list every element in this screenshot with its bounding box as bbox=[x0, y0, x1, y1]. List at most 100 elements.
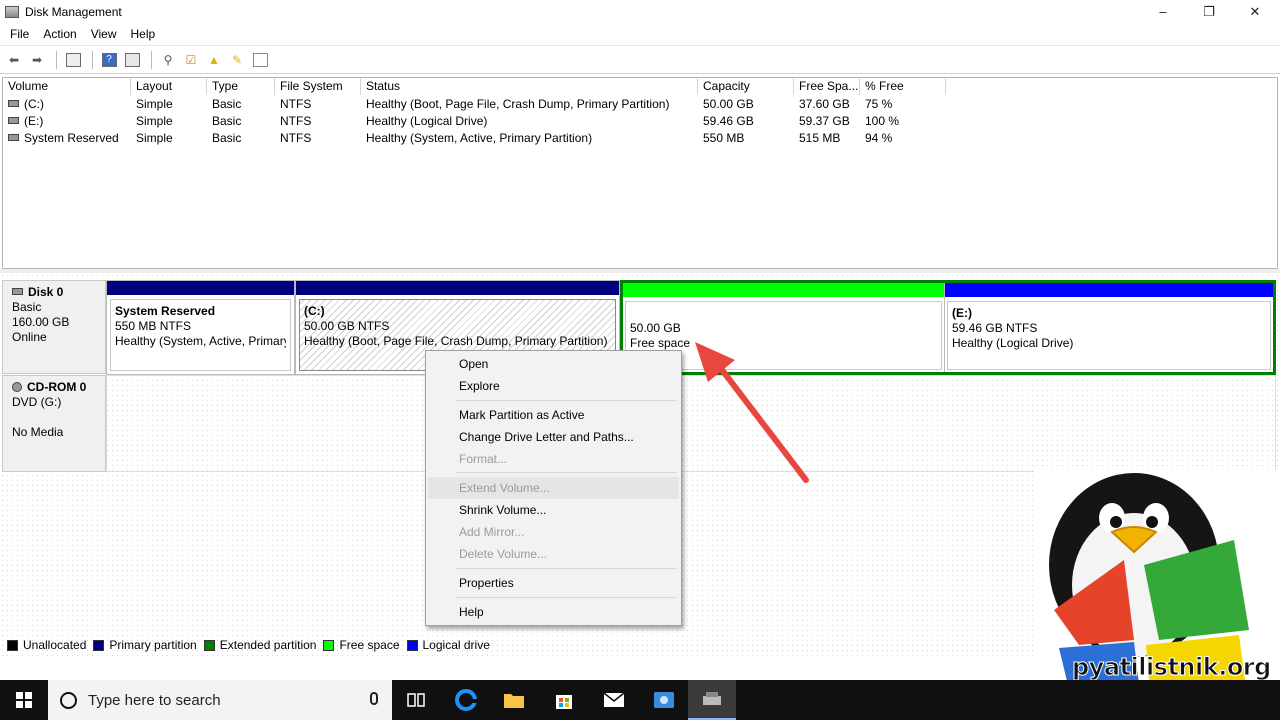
menu-help[interactable]: Help bbox=[124, 27, 163, 41]
disk-size: 160.00 GB bbox=[12, 315, 70, 329]
table-row[interactable]: (C:) Simple Basic NTFS Healthy (Boot, Pa… bbox=[3, 96, 946, 113]
store-button[interactable] bbox=[540, 680, 588, 720]
cdrom-media: No Media bbox=[12, 425, 64, 439]
menu-item-help[interactable]: Help bbox=[428, 601, 679, 623]
disk-management-taskbar-button[interactable] bbox=[688, 680, 736, 720]
forward-icon[interactable]: ➡ bbox=[27, 51, 47, 69]
partition-status: Healthy (Boot, Page File, Crash Dump, Pr… bbox=[304, 334, 608, 348]
menu-separator bbox=[456, 597, 677, 598]
folder-up-icon[interactable]: ▲ bbox=[204, 51, 224, 69]
legend-label: Extended partition bbox=[219, 638, 317, 652]
cell-layout: Simple bbox=[136, 97, 173, 111]
table-row[interactable]: System Reserved Simple Basic NTFS Health… bbox=[3, 130, 946, 147]
menu-item-explore[interactable]: Explore bbox=[428, 375, 679, 397]
menu-bar: File Action View Help bbox=[0, 23, 1280, 45]
connect-icon[interactable]: ⚲ bbox=[158, 51, 178, 69]
start-button[interactable] bbox=[0, 680, 48, 720]
properties-icon[interactable] bbox=[122, 51, 142, 69]
cell-type: Basic bbox=[212, 114, 242, 128]
column-volume[interactable]: Volume bbox=[3, 78, 131, 95]
partition-type-bar bbox=[296, 281, 619, 295]
column-layout[interactable]: Layout bbox=[131, 78, 207, 95]
check-icon[interactable]: ☑ bbox=[181, 51, 201, 69]
taskbar-search[interactable]: Type here to search bbox=[48, 680, 392, 720]
close-button[interactable]: ✕ bbox=[1232, 0, 1278, 23]
microphone-icon[interactable] bbox=[370, 692, 378, 705]
column-percent-free[interactable]: % Free bbox=[860, 78, 946, 95]
cell-layout: Simple bbox=[136, 131, 173, 145]
disk-management-icon bbox=[5, 5, 19, 18]
cell-file-system: NTFS bbox=[280, 97, 312, 111]
mail-button[interactable] bbox=[590, 680, 638, 720]
drive-icon bbox=[8, 134, 19, 142]
column-type[interactable]: Type bbox=[207, 78, 275, 95]
cell-layout: Simple bbox=[136, 114, 173, 128]
column-file-system[interactable]: File System bbox=[275, 78, 361, 95]
partition-info: (E:) 59.46 GB NTFS Healthy (Logical Driv… bbox=[947, 301, 1271, 370]
cell-status: Healthy (System, Active, Primary Partiti… bbox=[366, 131, 593, 145]
menu-item-properties[interactable]: Properties bbox=[428, 572, 679, 594]
back-icon[interactable]: ⬅ bbox=[4, 51, 24, 69]
task-view-button[interactable] bbox=[392, 680, 440, 720]
partition-status: Healthy (System, Active, Primary bbox=[115, 334, 286, 348]
partition-title: System Reserved bbox=[115, 304, 216, 318]
menu-item-shrink-volume[interactable]: Shrink Volume... bbox=[428, 499, 679, 521]
drive-icon bbox=[8, 117, 19, 125]
partition-e[interactable]: (E:) 59.46 GB NTFS Healthy (Logical Driv… bbox=[945, 283, 1273, 372]
legend-swatch-extended bbox=[203, 639, 215, 651]
legend: Unallocated Primary partition Extended p… bbox=[7, 638, 497, 652]
cell-percent-free: 75 % bbox=[865, 97, 893, 111]
windows-icon bbox=[16, 692, 32, 708]
partition-size: 59.46 GB NTFS bbox=[952, 321, 1038, 335]
settings-icon[interactable] bbox=[250, 51, 270, 69]
menu-file[interactable]: File bbox=[3, 27, 36, 41]
disk-state: Online bbox=[12, 330, 47, 344]
cell-free-space: 59.37 GB bbox=[799, 114, 850, 128]
disk-0-label[interactable]: Disk 0 Basic 160.00 GB Online bbox=[2, 280, 106, 374]
legend-label: Logical drive bbox=[422, 638, 490, 652]
partition-system-reserved[interactable]: System Reserved 550 MB NTFS Healthy (Sys… bbox=[106, 280, 295, 375]
help-icon[interactable]: ? bbox=[99, 51, 119, 69]
menu-view[interactable]: View bbox=[84, 27, 124, 41]
control-panel-button[interactable] bbox=[640, 680, 688, 720]
cell-free-space: 37.60 GB bbox=[799, 97, 850, 111]
cell-percent-free: 100 % bbox=[865, 114, 900, 128]
menu-action[interactable]: Action bbox=[36, 27, 83, 41]
table-row[interactable]: (E:) Simple Basic NTFS Healthy (Logical … bbox=[3, 113, 946, 130]
maximize-button[interactable]: ❐ bbox=[1186, 0, 1232, 23]
cell-free-space: 515 MB bbox=[799, 131, 841, 145]
menu-item-change-drive-letter[interactable]: Change Drive Letter and Paths... bbox=[428, 426, 679, 448]
cell-capacity: 550 MB bbox=[703, 131, 745, 145]
cell-file-system: NTFS bbox=[280, 131, 312, 145]
context-menu: Open Explore Mark Partition as Active Ch… bbox=[425, 350, 682, 626]
menu-item-mark-active[interactable]: Mark Partition as Active bbox=[428, 404, 679, 426]
column-free-space[interactable]: Free Spa... bbox=[794, 78, 860, 95]
cdrom-0-label[interactable]: CD-ROM 0 DVD (G:) No Media bbox=[2, 375, 106, 472]
cell-type: Basic bbox=[212, 97, 242, 111]
cell-volume: (E:) bbox=[24, 114, 44, 128]
partition-type-bar bbox=[945, 283, 1273, 297]
cell-status: Healthy (Boot, Page File, Crash Dump, Pr… bbox=[366, 97, 670, 111]
folder-edit-icon[interactable]: ✎ bbox=[227, 51, 247, 69]
cell-percent-free: 94 % bbox=[865, 131, 893, 145]
menu-item-open[interactable]: Open bbox=[428, 353, 679, 375]
menu-separator bbox=[456, 472, 677, 473]
window-title: Disk Management bbox=[25, 4, 122, 19]
watermark-text: pyatilistnik.org bbox=[1072, 653, 1272, 682]
column-capacity[interactable]: Capacity bbox=[698, 78, 794, 95]
disk-0-partitions: System Reserved 550 MB NTFS Healthy (Sys… bbox=[106, 280, 1276, 375]
cell-capacity: 50.00 GB bbox=[703, 97, 754, 111]
partition-status: Free space bbox=[630, 336, 691, 350]
console-icon[interactable] bbox=[63, 51, 83, 69]
menu-separator bbox=[456, 400, 677, 401]
cell-volume: (C:) bbox=[24, 97, 44, 111]
mail-icon bbox=[603, 692, 625, 707]
partition-size: 50.00 GB bbox=[630, 321, 681, 335]
file-explorer-button[interactable] bbox=[490, 680, 538, 720]
column-status[interactable]: Status bbox=[361, 78, 698, 95]
cell-status: Healthy (Logical Drive) bbox=[366, 114, 488, 128]
edge-button[interactable] bbox=[442, 680, 490, 720]
store-icon bbox=[556, 695, 572, 709]
minimize-button[interactable]: – bbox=[1140, 0, 1186, 23]
legend-label: Primary partition bbox=[109, 638, 197, 652]
